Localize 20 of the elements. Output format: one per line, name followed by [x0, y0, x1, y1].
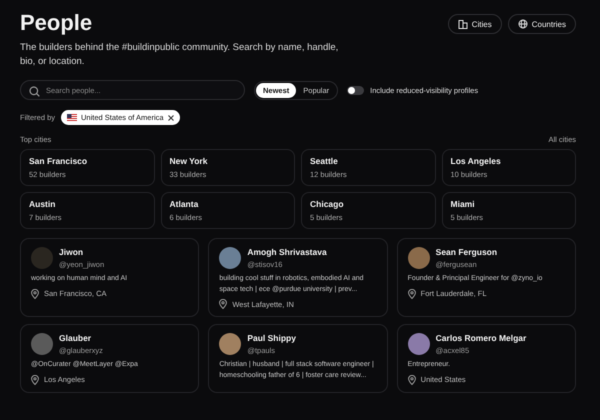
person-name: Amogh Shrivastava	[247, 247, 327, 257]
person-name: Jiwon	[59, 247, 84, 257]
location-pin-icon	[31, 374, 39, 384]
page-title: People	[20, 10, 94, 36]
person-name: Paul Shippy	[247, 333, 296, 343]
location-pin-icon	[408, 374, 416, 384]
visibility-switch[interactable]	[347, 86, 364, 94]
flag-icon	[67, 114, 78, 121]
location-pin-icon	[219, 299, 228, 309]
location-pin-icon	[31, 288, 39, 298]
person-name: Carlos Romero Melgar	[436, 333, 526, 343]
page-subtitle: The builders behind the #buildinpublic community. Search by name, handle, bio, or location.	[20, 41, 340, 69]
globe-icon	[518, 19, 528, 29]
person-name: Sean Ferguson	[436, 247, 498, 257]
person-name: Glauber	[59, 333, 92, 343]
countries-button[interactable]: Countries	[508, 14, 576, 34]
close-icon[interactable]	[168, 114, 174, 120]
cities-button[interactable]: Cities	[448, 14, 502, 34]
buildings-icon	[458, 19, 468, 29]
location-pin-icon	[408, 288, 416, 298]
